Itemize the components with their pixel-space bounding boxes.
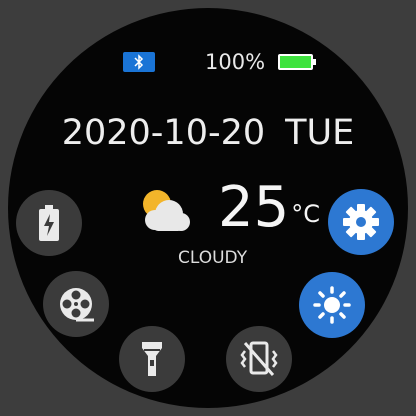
battery-percent: 100%: [205, 50, 266, 74]
date-display: 2020-10-20 TUE: [8, 113, 408, 153]
battery-cap: [313, 59, 316, 65]
battery-saver-icon: [39, 205, 59, 241]
battery-full-icon: [278, 54, 313, 70]
bluetooth-icon: [123, 52, 155, 72]
watch-face: 100% 2020-10-20 TUE 25°C CLOUDY: [8, 8, 408, 408]
vibrate-off-icon: [240, 341, 278, 376]
film-reel-icon: [60, 288, 94, 322]
battery-saver-button[interactable]: [16, 190, 82, 256]
settings-button[interactable]: [328, 189, 394, 255]
partly-cloudy-icon: [143, 190, 190, 231]
temperature-unit: °C: [291, 200, 321, 228]
temperature-value: 25: [218, 175, 290, 240]
brightness-button[interactable]: [299, 272, 365, 338]
vibrate-off-button[interactable]: [226, 326, 292, 392]
weather-condition: CLOUDY: [178, 248, 248, 268]
settings-gear-icon: [343, 204, 379, 240]
brightness-icon: [313, 286, 351, 324]
status-bar: 100%: [8, 50, 408, 74]
flashlight-icon: [142, 342, 162, 376]
film-reel-button[interactable]: [43, 271, 109, 337]
flashlight-button[interactable]: [119, 326, 185, 392]
date-text: 2020-10-20: [61, 113, 266, 153]
temperature-display: 25°C: [218, 178, 320, 238]
weekday-text: TUE: [285, 113, 355, 153]
